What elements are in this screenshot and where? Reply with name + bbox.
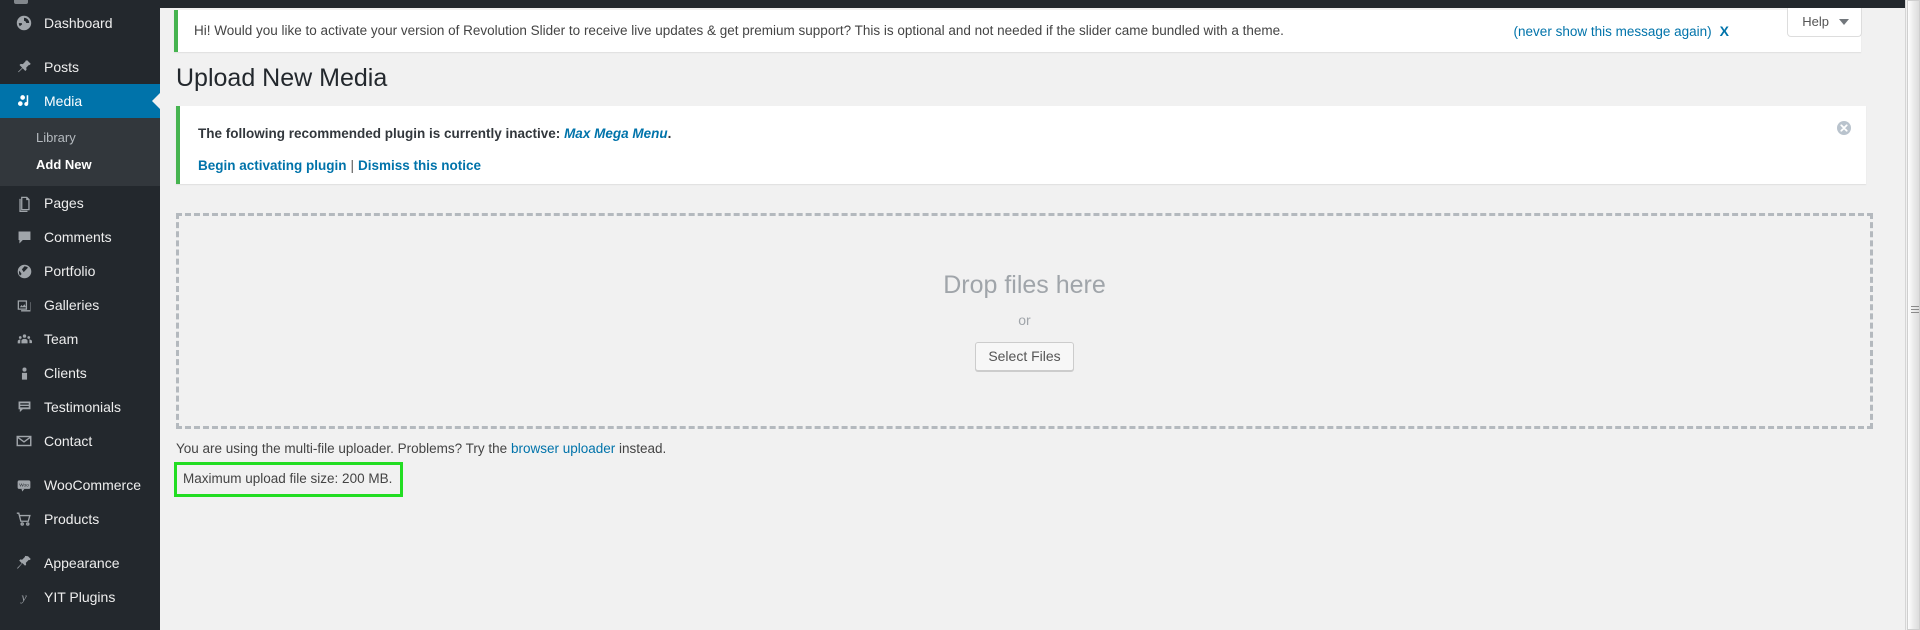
- sidebar-item-label: Pages: [44, 195, 84, 211]
- menu-separator: [0, 40, 160, 50]
- sidebar-item-comments[interactable]: Comments: [0, 220, 160, 254]
- help-tab-button[interactable]: Help: [1787, 8, 1862, 37]
- file-dropzone[interactable]: Drop files here or Select Files: [176, 213, 1873, 429]
- action-separator: |: [350, 158, 355, 174]
- sidebar-item-label: YIT Plugins: [44, 589, 116, 605]
- revolution-notice-message: Hi! Would you like to activate your vers…: [194, 23, 1284, 38]
- galleries-icon: [12, 295, 36, 315]
- dismiss-this-notice-link[interactable]: Dismiss this notice: [358, 158, 481, 173]
- pin-icon: [12, 57, 36, 77]
- sidebar-item-label: Team: [44, 331, 79, 347]
- revolution-notice-close-button[interactable]: X: [1720, 23, 1729, 39]
- admin-sidebar: Dashboard Posts Media Library Add New Pa…: [0, 0, 160, 630]
- sidebar-item-label: Portfolio: [44, 263, 96, 279]
- plugin-name-link[interactable]: Max Mega Menu: [564, 126, 668, 141]
- sidebar-item-products[interactable]: Products: [0, 502, 160, 536]
- plugin-notice-actions: Begin activating plugin | Dismiss this not…: [198, 158, 1852, 173]
- page-scrollbar[interactable]: [1905, 0, 1920, 630]
- plugin-notice-text: The following recommended plugin is curr…: [198, 124, 1852, 144]
- multi-file-uploader-note: You are using the multi-file uploader. P…: [176, 441, 666, 456]
- or-text: or: [1018, 312, 1031, 328]
- sidebar-subitem-library[interactable]: Library: [0, 124, 160, 151]
- contact-icon: [12, 431, 36, 451]
- woocommerce-icon: Woo: [12, 475, 36, 495]
- media-submenu: Library Add New: [0, 118, 160, 186]
- max-upload-size-highlight: Maximum upload file size: 200 MB.: [174, 462, 404, 497]
- clients-icon: [12, 363, 36, 383]
- sidebar-item-pages[interactable]: Pages: [0, 186, 160, 220]
- sidebar-item-dashboard[interactable]: Dashboard: [0, 6, 160, 40]
- sidebar-item-label: Testimonials: [44, 399, 122, 415]
- svg-text:y: y: [20, 590, 27, 604]
- sidebar-item-label: Products: [44, 511, 100, 527]
- sidebar-item-posts[interactable]: Posts: [0, 50, 160, 84]
- sidebar-item-appearance[interactable]: Appearance: [0, 546, 160, 580]
- media-icon: [12, 91, 36, 111]
- sidebar-item-woocommerce[interactable]: Woo WooCommerce: [0, 468, 160, 502]
- sidebar-item-label: Dashboard: [44, 15, 113, 31]
- max-upload-size-text: Maximum upload file size: 200 MB.: [183, 471, 393, 486]
- testimonials-icon: [12, 397, 36, 417]
- chevron-down-icon: [1839, 18, 1849, 25]
- products-cart-icon: [12, 509, 36, 529]
- menu-separator: [0, 536, 160, 546]
- sidebar-item-label: Comments: [44, 229, 112, 245]
- help-tab-label: Help: [1802, 14, 1829, 29]
- sidebar-item-label: Galleries: [44, 297, 100, 313]
- sidebar-item-testimonials[interactable]: Testimonials: [0, 390, 160, 424]
- sidebar-subitem-label: Library: [36, 130, 76, 145]
- browser-uploader-link[interactable]: browser uploader: [511, 441, 615, 456]
- wordpress-logo-icon: [14, 0, 28, 4]
- revolution-slider-notice: Hi! Would you like to activate your vers…: [174, 10, 1861, 53]
- uploader-note-suffix: instead.: [615, 441, 667, 456]
- pages-icon: [12, 193, 36, 213]
- sidebar-item-contact[interactable]: Contact: [0, 424, 160, 458]
- sidebar-subitem-label: Add New: [36, 157, 92, 172]
- sidebar-item-yit-plugins[interactable]: y YIT Plugins: [0, 580, 160, 614]
- portfolio-icon: [12, 261, 36, 281]
- sidebar-item-label: Posts: [44, 59, 80, 75]
- select-files-button[interactable]: Select Files: [975, 342, 1074, 371]
- appearance-brush-icon: [12, 553, 36, 573]
- never-show-message-link[interactable]: (never show this message again): [1514, 24, 1712, 39]
- begin-activating-plugin-link[interactable]: Begin activating plugin: [198, 158, 347, 173]
- scrollbar-grip-icon: [1911, 306, 1919, 315]
- plugin-notice-suffix: .: [667, 126, 672, 141]
- yit-plugins-icon: y: [12, 587, 36, 607]
- content-area: Help Hi! Would you like to activate your…: [160, 0, 1905, 630]
- sidebar-item-label: WooCommerce: [44, 477, 141, 493]
- sidebar-subitem-add-new[interactable]: Add New: [0, 151, 160, 178]
- comments-icon: [12, 227, 36, 247]
- sidebar-item-label: Media: [44, 93, 83, 109]
- admin-bar-strip: [160, 0, 1905, 8]
- menu-separator: [0, 458, 160, 468]
- sidebar-item-portfolio[interactable]: Portfolio: [0, 254, 160, 288]
- admin-menu: Dashboard Posts Media Library Add New Pa…: [0, 6, 160, 614]
- page-title: Upload New Media: [176, 64, 388, 92]
- sidebar-item-team[interactable]: Team: [0, 322, 160, 356]
- sidebar-item-galleries[interactable]: Galleries: [0, 288, 160, 322]
- recommended-plugin-notice: The following recommended plugin is curr…: [176, 106, 1866, 184]
- svg-text:Woo: Woo: [19, 482, 29, 487]
- sidebar-item-clients[interactable]: Clients: [0, 356, 160, 390]
- team-icon: [12, 329, 36, 349]
- dismiss-circle-x-icon[interactable]: [1836, 120, 1852, 136]
- drop-files-here-text: Drop files here: [943, 271, 1106, 299]
- plugin-notice-prefix: The following recommended plugin is curr…: [198, 126, 565, 141]
- admin-bar-stub: [0, 0, 160, 4]
- sidebar-item-label: Appearance: [44, 555, 120, 571]
- sidebar-item-label: Clients: [44, 365, 87, 381]
- sidebar-item-label: Contact: [44, 433, 93, 449]
- scrollbar-thumb[interactable]: [1907, 0, 1920, 630]
- sidebar-item-media[interactable]: Media: [0, 84, 160, 118]
- uploader-note-prefix: You are using the multi-file uploader. P…: [176, 441, 511, 456]
- dashboard-icon: [12, 13, 36, 33]
- wordpress-admin-screen: Dashboard Posts Media Library Add New Pa…: [0, 0, 1920, 630]
